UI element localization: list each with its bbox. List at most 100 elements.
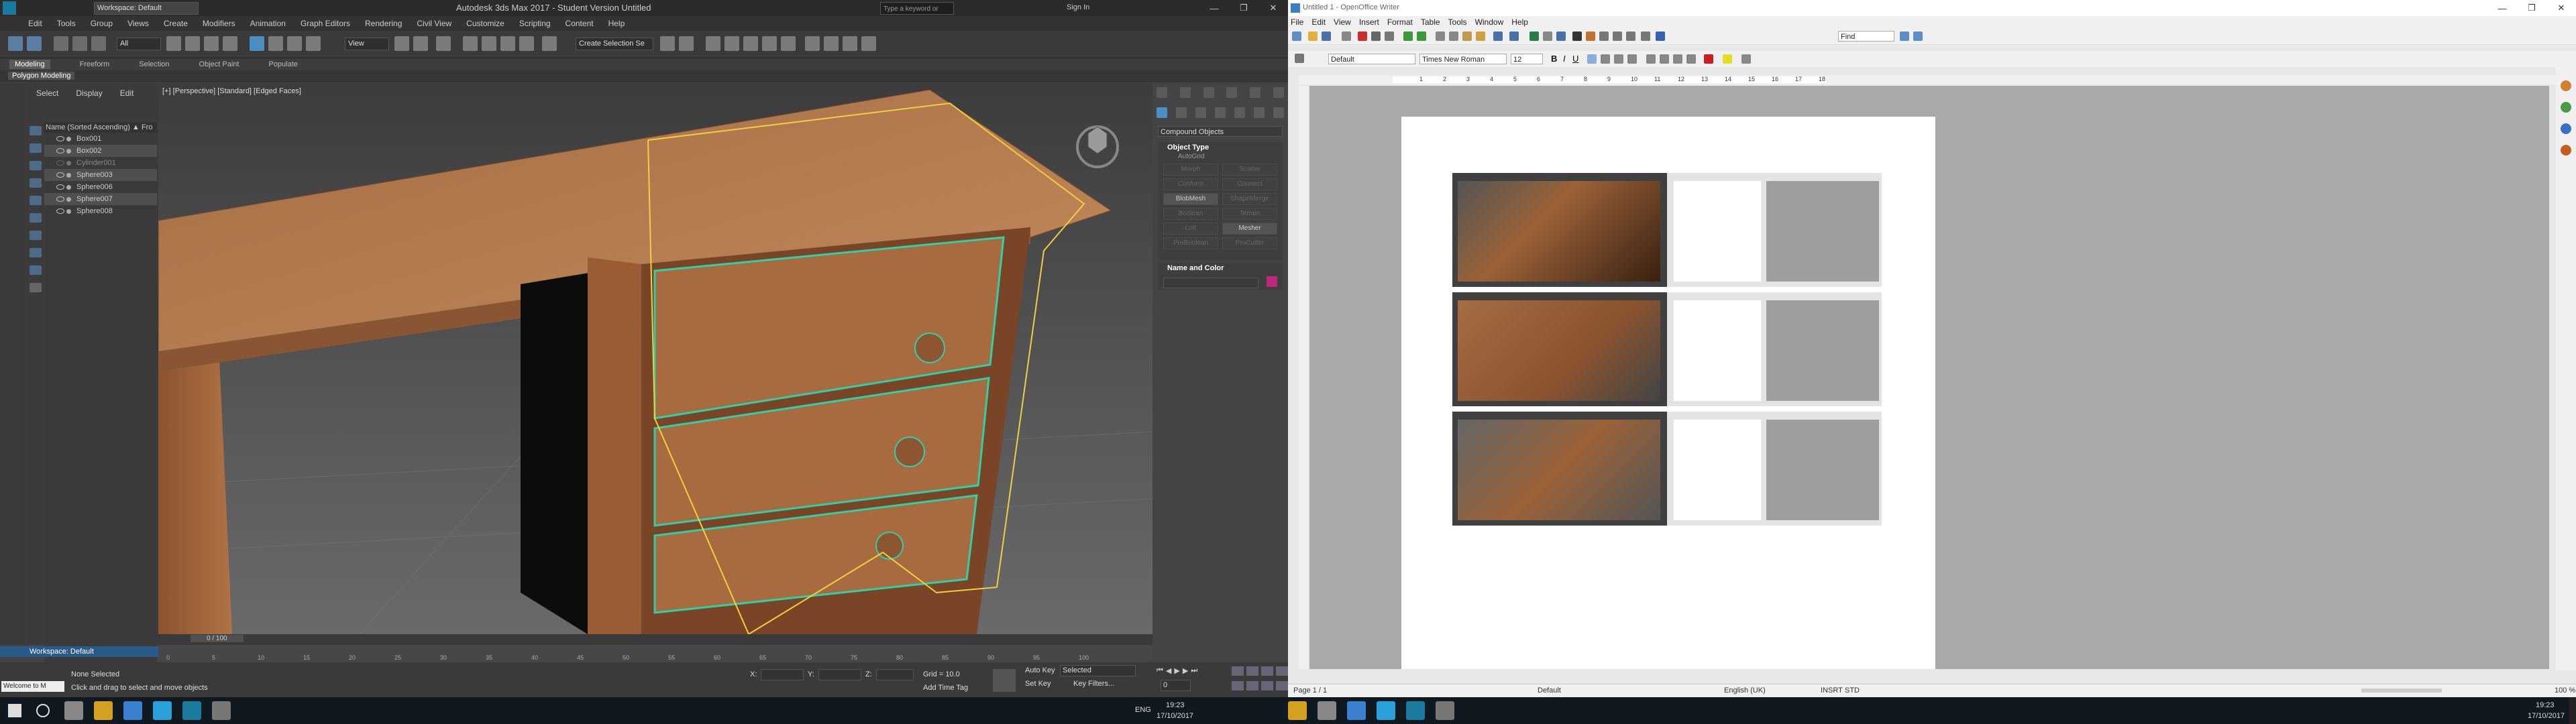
autospellcheck-icon[interactable] — [1417, 32, 1426, 41]
bind-space-warp-icon[interactable] — [91, 36, 106, 51]
blobmesh-button[interactable]: BlobMesh — [1163, 193, 1218, 205]
highlighting-icon[interactable] — [1723, 54, 1732, 64]
zoom-icon[interactable] — [1641, 32, 1650, 41]
new-document-icon[interactable] — [1292, 32, 1301, 41]
italic-icon[interactable]: I — [1563, 54, 1566, 64]
menu-animation[interactable]: Animation — [250, 19, 286, 28]
set-key-big-icon[interactable] — [993, 669, 1016, 692]
nonprinting-chars-icon[interactable] — [1626, 32, 1635, 41]
render-online-icon[interactable] — [861, 36, 876, 51]
menu-tools[interactable]: Tools — [1448, 17, 1467, 27]
next-frame-icon[interactable]: ▶ — [1183, 666, 1188, 676]
morph-button[interactable]: Morph — [1163, 164, 1218, 176]
tab-edit[interactable]: Edit — [120, 88, 134, 101]
menu-graph-editors[interactable]: Graph Editors — [301, 19, 350, 28]
styles-sidebar-icon[interactable] — [2561, 102, 2571, 113]
print-icon[interactable] — [1371, 32, 1381, 41]
snaps-toggle-icon[interactable] — [463, 36, 478, 51]
autogrid-checkbox[interactable]: AutoGrid — [1158, 153, 1283, 161]
openoffice-taskbar-icon[interactable] — [1436, 701, 1454, 720]
numbering-icon[interactable] — [1646, 54, 1656, 64]
tab-freeform[interactable]: Freeform — [80, 60, 110, 68]
find-next-icon[interactable] — [1913, 32, 1923, 41]
find-input[interactable]: Find — [1838, 31, 1894, 42]
previous-frame-icon[interactable]: ◀ — [1166, 666, 1171, 676]
perspective-viewport[interactable]: [+] [Perspective] [Standard] [Edged Face… — [158, 83, 1152, 634]
align-right-icon[interactable] — [1614, 54, 1623, 64]
link-icon[interactable] — [54, 36, 68, 51]
3dsmax-taskbar-icon[interactable] — [1406, 701, 1425, 720]
eye-icon[interactable] — [56, 196, 64, 202]
object-type-header[interactable]: Object Type — [1158, 142, 1283, 153]
time-slider-handle[interactable]: 0 / 100 — [191, 635, 244, 642]
select-and-move-icon[interactable] — [250, 36, 264, 51]
display-spacewarps-icon[interactable] — [30, 213, 42, 223]
tab-object-paint[interactable]: Object Paint — [199, 60, 239, 68]
chrome-icon[interactable] — [1347, 701, 1366, 720]
minimize-icon[interactable]: — — [2487, 0, 2517, 16]
unlink-icon[interactable] — [72, 36, 87, 51]
named-selection-dropdown[interactable]: Create Selection Se — [576, 38, 653, 50]
export-pdf-icon[interactable] — [1358, 32, 1367, 41]
max-logo-icon[interactable] — [3, 1, 16, 15]
selection-filter-dropdown[interactable]: All — [117, 38, 161, 50]
key-mode-dropdown[interactable]: Selected — [1060, 665, 1136, 676]
max-search-input[interactable]: Type a keyword or phrase — [880, 2, 954, 25]
display-cameras-icon[interactable] — [30, 178, 42, 188]
zoom-extents-all-icon[interactable] — [1276, 666, 1288, 676]
workspace-dropdown[interactable]: Workspace: Default — [94, 2, 199, 15]
z-coord-field[interactable] — [876, 669, 914, 680]
mirror-icon[interactable] — [660, 36, 675, 51]
render-setup-icon[interactable] — [805, 36, 820, 51]
list-item[interactable]: Sphere006 — [44, 181, 157, 193]
display-groups-icon[interactable] — [30, 231, 42, 240]
rendered-frame-icon[interactable] — [824, 36, 839, 51]
zoom-extents-icon[interactable] — [1261, 666, 1273, 676]
increase-indent-icon[interactable] — [1686, 54, 1696, 64]
percent-snap-icon[interactable] — [500, 36, 515, 51]
display-helpers-icon[interactable] — [30, 196, 42, 205]
background-color-icon[interactable] — [1741, 54, 1751, 64]
show-desktop-button[interactable] — [2569, 697, 2576, 724]
list-item[interactable]: Box002 — [44, 145, 157, 157]
close-icon[interactable]: ✕ — [1258, 0, 1288, 16]
conform-button[interactable]: Conform — [1163, 178, 1218, 190]
layer-explorer-icon[interactable] — [706, 36, 720, 51]
language[interactable]: English (UK) — [1724, 686, 1766, 695]
menu-edit[interactable]: Edit — [28, 19, 42, 28]
paragraph-style-select[interactable]: Default — [1328, 54, 1415, 64]
geometry-icon[interactable] — [1157, 107, 1167, 118]
file-explorer-icon[interactable] — [1288, 701, 1307, 720]
orbit-icon[interactable] — [1261, 681, 1273, 690]
clock-time[interactable]: 19:23 — [2536, 701, 2555, 709]
menu-insert[interactable]: Insert — [1359, 17, 1379, 27]
select-and-scale-icon[interactable] — [287, 36, 302, 51]
maximize-viewport-icon[interactable] — [1276, 681, 1288, 690]
writer-logo-icon[interactable] — [1291, 3, 1300, 13]
display-all-icon[interactable] — [30, 283, 42, 292]
close-icon[interactable]: ✕ — [2546, 0, 2576, 16]
utilities-tab-icon[interactable] — [1273, 87, 1284, 98]
properties-icon[interactable] — [2561, 80, 2571, 91]
embedded-screenshot[interactable] — [1452, 173, 1882, 287]
task-view-icon[interactable] — [64, 701, 83, 720]
play-icon[interactable]: ▶ — [1174, 666, 1179, 676]
clock-date[interactable]: 17/10/2017 — [1157, 712, 1193, 720]
menu-table[interactable]: Table — [1421, 17, 1440, 27]
menu-modifiers[interactable]: Modifiers — [203, 19, 235, 28]
task-view-icon[interactable] — [1318, 701, 1336, 720]
menu-file[interactable]: File — [1291, 17, 1303, 27]
gallery-sidebar-icon[interactable] — [2561, 123, 2571, 134]
clock-time[interactable]: 19:23 — [1166, 701, 1185, 709]
hierarchy-tab-icon[interactable] — [1203, 87, 1214, 98]
polygon-modeling-button[interactable]: Polygon Modeling — [8, 72, 75, 80]
menu-tools[interactable]: Tools — [57, 19, 76, 28]
bullets-icon[interactable] — [1660, 54, 1669, 64]
zoom-slider[interactable] — [2361, 688, 2442, 692]
cameras-icon[interactable] — [1215, 107, 1226, 118]
rectangular-selection-icon[interactable] — [204, 36, 219, 51]
tab-selection[interactable]: Selection — [139, 60, 169, 68]
pivot-point-icon[interactable] — [394, 36, 409, 51]
create-tab-icon[interactable] — [1157, 87, 1167, 98]
vertical-ruler[interactable] — [1299, 86, 1308, 669]
